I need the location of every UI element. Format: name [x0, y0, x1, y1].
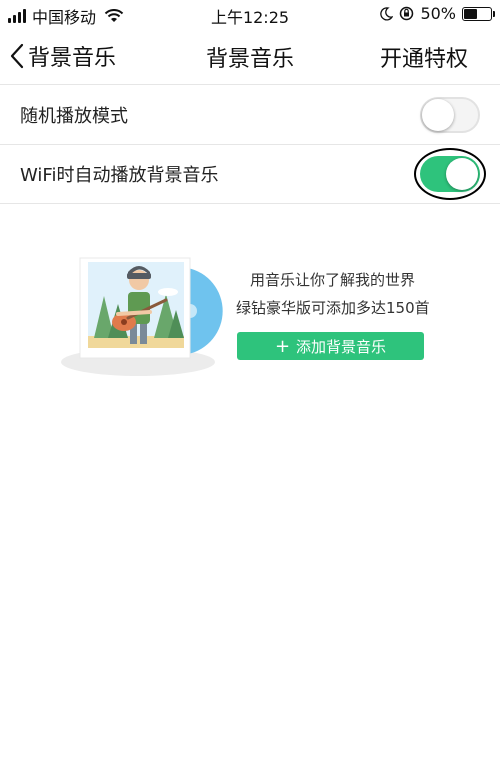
promo-text-line2: 绿钻豪华版可添加多达150首 — [236, 299, 430, 317]
battery-fill — [464, 8, 477, 19]
music-album-illustration — [61, 257, 223, 376]
add-background-music-button[interactable]: + 添加背景音乐 — [237, 332, 424, 360]
setting-row-wifi-autoplay: WiFi时自动播放背景音乐 — [0, 145, 500, 204]
toggle-knob — [422, 99, 454, 131]
status-right: 50% — [379, 4, 495, 23]
plus-icon: + — [274, 335, 291, 357]
rotation-lock-icon — [400, 6, 414, 21]
battery-icon — [462, 6, 495, 21]
setting-label-shuffle: 随机播放模式 — [20, 106, 128, 127]
battery-percent: 50% — [420, 4, 456, 23]
promo-text-line1: 用音乐让你了解我的世界 — [250, 271, 416, 289]
highlight-circle — [414, 148, 486, 200]
moon-icon — [380, 6, 394, 21]
status-bar: 中国移动 上午12:25 50% — [0, 0, 500, 28]
nav-bar: 背景音乐 背景音乐 开通特权 — [0, 28, 500, 85]
setting-row-shuffle: 随机播放模式 — [0, 86, 500, 145]
upgrade-privilege-button[interactable]: 开通特权 — [380, 41, 468, 73]
setting-label-wifi-autoplay: WiFi时自动播放背景音乐 — [20, 165, 219, 186]
shuffle-toggle[interactable] — [420, 97, 480, 133]
add-button-label: 添加背景音乐 — [296, 337, 387, 356]
